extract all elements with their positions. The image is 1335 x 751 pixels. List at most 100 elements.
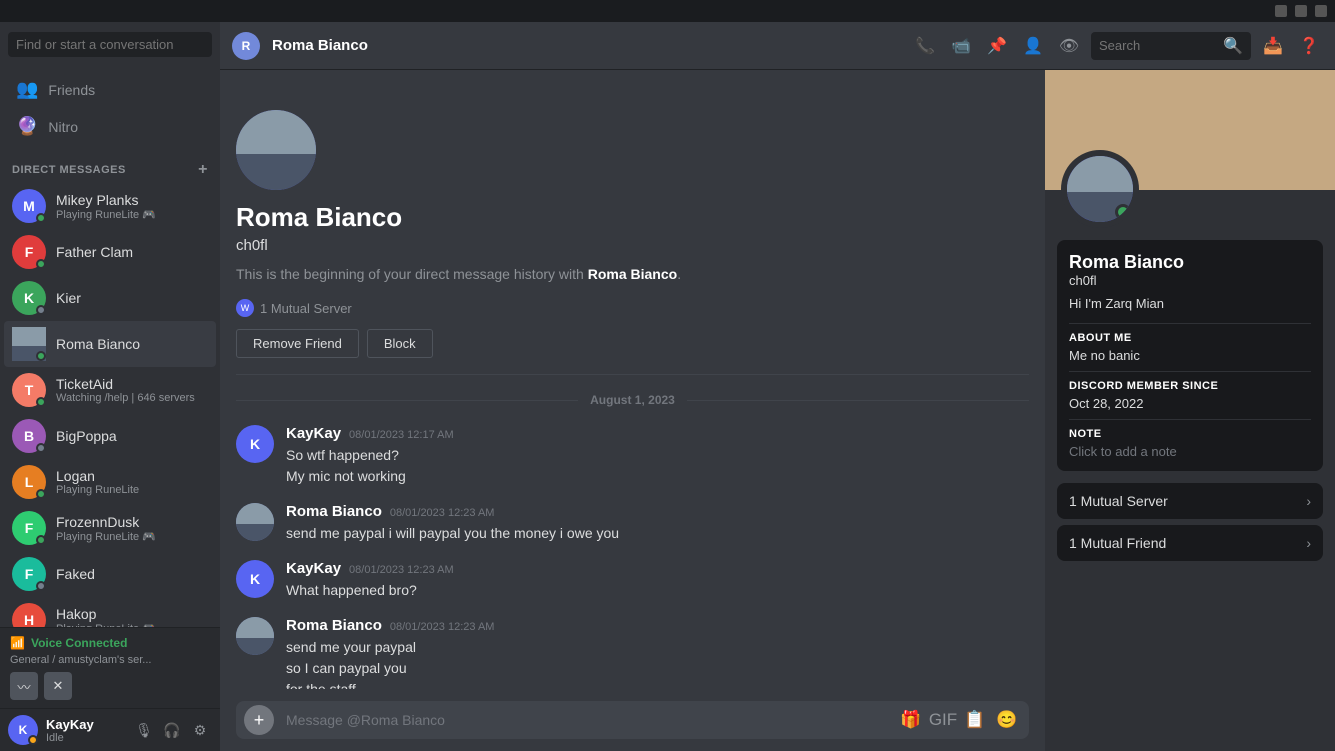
mutual-server-label: 1 Mutual Server bbox=[260, 301, 352, 316]
msg-header-3: KayKay 08/01/2023 12:23 AM bbox=[286, 560, 1029, 577]
rp-profile-name: Roma Bianco bbox=[1069, 252, 1311, 273]
avatar-inner bbox=[236, 110, 316, 190]
mutual-server: W 1 Mutual Server bbox=[236, 299, 352, 317]
msg-text-4: send me your paypal so I can paypal you … bbox=[286, 637, 1029, 689]
rp-divider-2 bbox=[1069, 371, 1311, 372]
message-group-1: K KayKay 08/01/2023 12:17 AM So wtf happ… bbox=[236, 425, 1029, 487]
emoji-icon[interactable]: 😊 bbox=[993, 706, 1021, 734]
block-button[interactable]: Block bbox=[367, 329, 433, 358]
phone-icon[interactable]: 📞 bbox=[911, 32, 939, 60]
dm-name-ticketaid: TicketAid bbox=[56, 376, 208, 392]
sidebar-item-friends-label: Friends bbox=[48, 82, 95, 98]
video-icon[interactable]: 📹 bbox=[947, 32, 975, 60]
sidebar-nav: 👥 Friends 🔮 Nitro bbox=[0, 67, 220, 149]
rp-member-since-title: DISCORD MEMBER SINCE bbox=[1069, 380, 1311, 392]
voice-waves-button[interactable]: 〰 bbox=[10, 672, 38, 700]
dm-info-hakop: Hakop Playing RuneLite 🎮 bbox=[56, 606, 208, 628]
dm-item-faked[interactable]: F Faked bbox=[4, 551, 216, 597]
dm-item-mikey-planks[interactable]: M Mikey Planks Playing RuneLite 🎮 bbox=[4, 183, 216, 229]
msg-line-4-0: send me your paypal bbox=[286, 637, 1029, 658]
dm-name-hakop: Hakop bbox=[56, 606, 208, 622]
sidebar-item-friends[interactable]: 👥 Friends bbox=[4, 71, 216, 108]
gift-icon[interactable]: 🎁 bbox=[897, 706, 925, 734]
deafen-button[interactable]: 🎧 bbox=[160, 718, 184, 742]
hide-members-icon[interactable]: 👁 bbox=[1055, 32, 1083, 60]
dm-info-mikey: Mikey Planks Playing RuneLite 🎮 bbox=[56, 192, 208, 221]
dm-item-frozenn[interactable]: F FrozennDusk Playing RuneLite 🎮 bbox=[4, 505, 216, 551]
status-indicator-l bbox=[36, 489, 46, 499]
window-controls[interactable] bbox=[1275, 5, 1327, 17]
mute-button[interactable]: 🎙 bbox=[132, 718, 156, 742]
voice-disconnect-button[interactable]: ✕ bbox=[44, 672, 72, 700]
profile-header-name: Roma Bianco bbox=[236, 202, 1029, 233]
rp-avatar-section bbox=[1045, 150, 1335, 228]
sticker-icon[interactable]: 📋 bbox=[961, 706, 989, 734]
minimize-button[interactable] bbox=[1275, 5, 1287, 17]
msg-avatar-4 bbox=[236, 617, 274, 655]
mutual-friend-item[interactable]: 1 Mutual Friend › bbox=[1057, 525, 1323, 561]
settings-button[interactable]: ⚙ bbox=[188, 718, 212, 742]
chat-input-box: + 🎁 GIF 📋 😊 bbox=[236, 701, 1029, 739]
dm-info-roma: Roma Bianco bbox=[56, 336, 208, 352]
dm-avatar-father-clam: F bbox=[12, 235, 46, 269]
top-bar: R Roma Bianco 📞 📹 📌 👤 👁 🔍 📥 ❓ bbox=[220, 22, 1335, 70]
pin-icon[interactable]: 📌 bbox=[983, 32, 1011, 60]
msg-line-2-0: send me paypal i will paypal you the mon… bbox=[286, 523, 1029, 544]
msg-header-2: Roma Bianco 08/01/2023 12:23 AM bbox=[286, 503, 1029, 520]
dm-item-father-clam[interactable]: F Father Clam bbox=[4, 229, 216, 275]
dm-item-bigpoppa[interactable]: B BigPoppa bbox=[4, 413, 216, 459]
msg-timestamp-3: 08/01/2023 12:23 AM bbox=[349, 564, 454, 576]
msg-avatar-3: K bbox=[236, 560, 274, 598]
user-status-dot bbox=[28, 735, 38, 745]
mutual-friend-chevron: › bbox=[1306, 535, 1311, 551]
dm-item-roma-bianco[interactable]: Roma Bianco bbox=[4, 321, 216, 367]
dm-item-ticketaid[interactable]: T TicketAid Watching /help | 646 servers bbox=[4, 367, 216, 413]
voice-signal-icon: 📶 bbox=[10, 636, 25, 650]
add-friend-icon[interactable]: 👤 bbox=[1019, 32, 1047, 60]
dm-avatar-mikey: M bbox=[12, 189, 46, 223]
dm-avatar-kier: K bbox=[12, 281, 46, 315]
dm-avatar-initials-bp: B bbox=[24, 428, 34, 444]
dm-avatar-faked: F bbox=[12, 557, 46, 591]
search-input[interactable] bbox=[8, 32, 212, 57]
user-panel-controls: 🎙 🎧 ⚙ bbox=[132, 718, 212, 742]
dm-item-hakop[interactable]: H Hakop Playing RuneLite 🎮 bbox=[4, 597, 216, 627]
main-content: R Roma Bianco 📞 📹 📌 👤 👁 🔍 📥 ❓ bbox=[220, 22, 1335, 751]
roma-avatar-top bbox=[12, 327, 46, 346]
help-icon[interactable]: ❓ bbox=[1295, 32, 1323, 60]
inbox-icon[interactable]: 📥 bbox=[1259, 32, 1287, 60]
msg-content-2: Roma Bianco 08/01/2023 12:23 AM send me … bbox=[286, 503, 1029, 544]
nitro-icon: 🔮 bbox=[16, 116, 38, 137]
attach-button[interactable]: + bbox=[244, 705, 274, 735]
maximize-button[interactable] bbox=[1295, 5, 1307, 17]
sidebar-item-nitro[interactable]: 🔮 Nitro bbox=[4, 108, 216, 145]
dm-info-ticketaid: TicketAid Watching /help | 646 servers bbox=[56, 376, 208, 404]
dm-item-kier[interactable]: K Kier bbox=[4, 275, 216, 321]
dm-item-logan[interactable]: L Logan Playing RuneLite bbox=[4, 459, 216, 505]
msg-content-4: Roma Bianco 08/01/2023 12:23 AM send me … bbox=[286, 617, 1029, 689]
voice-controls: 〰 ✕ bbox=[10, 672, 210, 700]
dm-avatar-initials-t: T bbox=[25, 382, 34, 398]
msg-timestamp-1: 08/01/2023 12:17 AM bbox=[349, 429, 454, 441]
profile-header-desc-name: Roma Bianco bbox=[588, 266, 677, 282]
profile-header: Roma Bianco ch0fl This is the beginning … bbox=[236, 90, 1029, 375]
status-indicator-fk bbox=[36, 581, 46, 591]
top-bar-icons: 📞 📹 📌 👤 👁 🔍 📥 ❓ bbox=[911, 32, 1323, 60]
mutual-server-item[interactable]: 1 Mutual Server › bbox=[1057, 483, 1323, 519]
search-bar-input[interactable] bbox=[1099, 38, 1217, 53]
msg-avatar-2 bbox=[236, 503, 274, 541]
rp-note-input[interactable]: Click to add a note bbox=[1069, 444, 1311, 459]
dm-sub-frozenn: Playing RuneLite 🎮 bbox=[56, 530, 208, 543]
profile-header-desc-text: This is the beginning of your direct mes… bbox=[236, 266, 584, 282]
remove-friend-button[interactable]: Remove Friend bbox=[236, 329, 359, 358]
gif-icon[interactable]: GIF bbox=[929, 706, 957, 734]
chat-input[interactable] bbox=[282, 701, 889, 739]
dm-info-bigpoppa: BigPoppa bbox=[56, 428, 208, 444]
status-indicator-fc bbox=[36, 259, 46, 269]
msg-line-1-0: So wtf happened? bbox=[286, 445, 1029, 466]
voice-status: 📶 Voice Connected bbox=[10, 636, 210, 650]
add-dm-button[interactable]: + bbox=[198, 161, 208, 179]
close-button[interactable] bbox=[1315, 5, 1327, 17]
user-panel-info: KayKay Idle bbox=[46, 717, 124, 744]
msg-author-4: Roma Bianco bbox=[286, 617, 382, 634]
